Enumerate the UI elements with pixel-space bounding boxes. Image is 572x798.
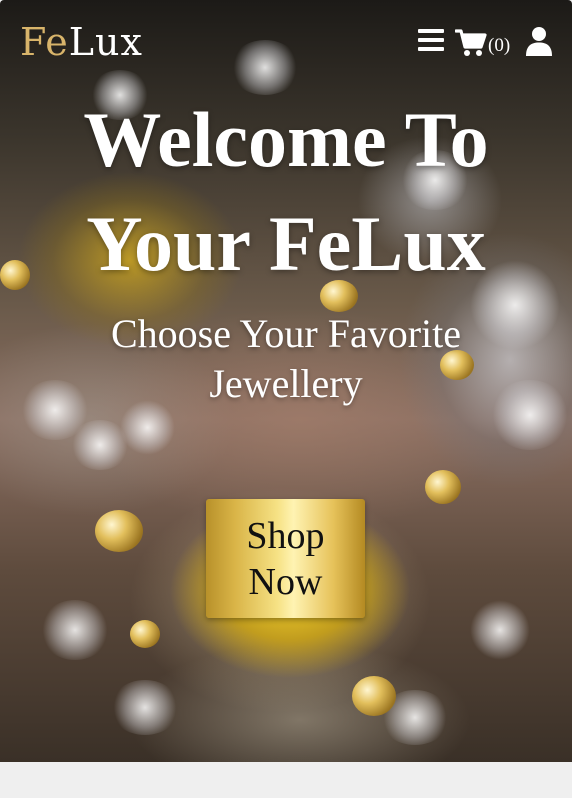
diamond-sparkle xyxy=(470,600,530,660)
logo-fe: Fe xyxy=(20,20,69,64)
hero-subtitle: Choose Your Favorite Jewellery xyxy=(110,311,462,406)
hero-title: Welcome To Your FeLux xyxy=(83,96,489,287)
page-footer-strip xyxy=(0,762,572,798)
gold-bead xyxy=(352,676,396,716)
gold-bead xyxy=(425,470,461,504)
user-icon[interactable] xyxy=(525,26,553,56)
diamond-sparkle xyxy=(40,600,110,660)
cart-count: (0) xyxy=(488,35,511,56)
cart-button[interactable]: (0) xyxy=(455,25,510,61)
cart-icon xyxy=(455,29,487,56)
diamond-sparkle xyxy=(110,680,180,735)
logo[interactable]: FeLux xyxy=(20,16,143,68)
shop-now-button[interactable]: Shop Now xyxy=(206,499,365,618)
navbar: FeLux (0) xyxy=(0,0,572,86)
logo-lux: Lux xyxy=(68,20,143,64)
gold-bead xyxy=(130,620,160,648)
gold-bead xyxy=(95,510,143,552)
hero-banner: FeLux (0) Welcome To Your FeLux Choose Y… xyxy=(0,0,572,762)
menu-icon[interactable] xyxy=(418,29,444,53)
